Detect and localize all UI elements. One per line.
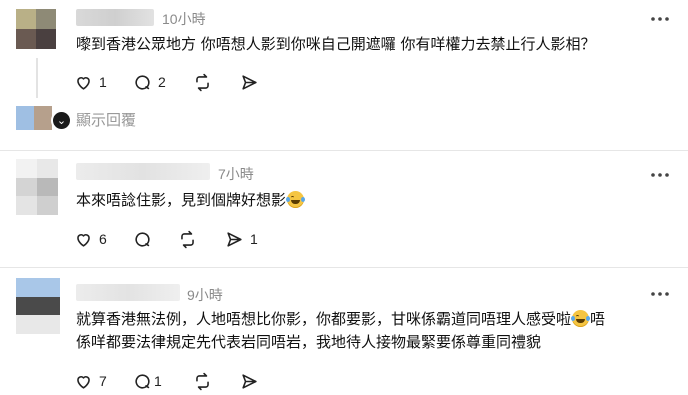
comment-2: 7小時 本來唔諗住影，見到個牌好想影 6 1 [0, 151, 688, 267]
comment-text-line1: 就算香港無法例，人地唔想比你影，你都要影，甘咪係霸道同唔理人感受啦 [76, 310, 572, 328]
share-button[interactable] [240, 371, 259, 391]
share-button[interactable]: 1 [225, 229, 258, 249]
comment-1: 10小時 嚟到香港公眾地方 你唔想人影到你咪自己開遮囉 你有咩權力去禁止行人影相… [0, 0, 688, 150]
avatar[interactable] [16, 159, 58, 215]
like-button[interactable]: 6 [74, 229, 107, 249]
reply-button[interactable]: 1 [133, 371, 162, 391]
repost-icon [181, 230, 194, 248]
username-blurred[interactable] [76, 9, 154, 26]
share-count: 1 [250, 231, 258, 247]
emoji-icon [571, 310, 591, 327]
more-icon[interactable] [650, 15, 670, 23]
share-button[interactable] [240, 72, 259, 92]
share-icon [242, 373, 257, 389]
heart-icon [77, 233, 90, 247]
repost-button[interactable] [178, 229, 197, 249]
comment-text-content: 本來唔諗住影，見到個牌好想影 [76, 191, 287, 209]
username-blurred[interactable] [76, 163, 210, 180]
share-icon [227, 231, 242, 247]
timestamp: 7小時 [218, 166, 254, 182]
reply-button[interactable]: 2 [133, 72, 166, 92]
comment-icon [135, 231, 150, 247]
like-button[interactable]: 7 [74, 371, 107, 391]
comment-text: 就算香港無法例，人地唔想比你影，你都要影，甘咪係霸道同唔理人感受啦唔 係咩都要法… [76, 308, 605, 354]
heart-icon [77, 76, 90, 90]
comment-text-line1-end: 唔 [590, 310, 606, 328]
more-icon[interactable] [650, 290, 670, 298]
comment-text: 本來唔諗住影，見到個牌好想影 [76, 189, 306, 212]
timestamp: 10小時 [162, 11, 206, 27]
more-icon[interactable] [650, 171, 670, 179]
like-count: 6 [99, 231, 107, 247]
comment-icon [135, 74, 150, 90]
username-blurred[interactable] [76, 284, 180, 301]
repost-button[interactable] [193, 72, 212, 92]
comment-text-line2: 係咩都要法律規定先代表岩同唔岩，我地待人接物最緊要係尊重同禮貌 [76, 333, 542, 351]
reply-count: 2 [158, 74, 166, 90]
like-count: 7 [99, 373, 107, 389]
repost-icon [196, 73, 209, 91]
heart-icon [77, 375, 90, 389]
share-icon [242, 74, 257, 90]
show-replies-link[interactable]: 顯示回覆 [76, 109, 136, 130]
comment-icon [135, 373, 150, 389]
reply-count: 1 [154, 373, 162, 389]
repost-icon [196, 372, 209, 390]
avatar[interactable] [16, 9, 56, 49]
reply-avatars[interactable] [16, 106, 52, 130]
timestamp: 9小時 [187, 287, 223, 303]
avatar[interactable] [16, 278, 60, 334]
chevron-down-icon[interactable]: ⌄ [51, 110, 72, 131]
emoji-icon [286, 191, 306, 208]
repost-button[interactable] [193, 371, 212, 391]
reply-button[interactable] [133, 229, 152, 249]
thread-line [36, 58, 38, 98]
like-count: 1 [99, 74, 107, 90]
like-button[interactable]: 1 [74, 72, 107, 92]
comment-3: 9小時 就算香港無法例，人地唔想比你影，你都要影，甘咪係霸道同唔理人感受啦唔 係… [0, 268, 688, 395]
comment-text: 嚟到香港公眾地方 你唔想人影到你咪自己開遮囉 你有咩權力去禁止行人影相？ [76, 35, 596, 53]
